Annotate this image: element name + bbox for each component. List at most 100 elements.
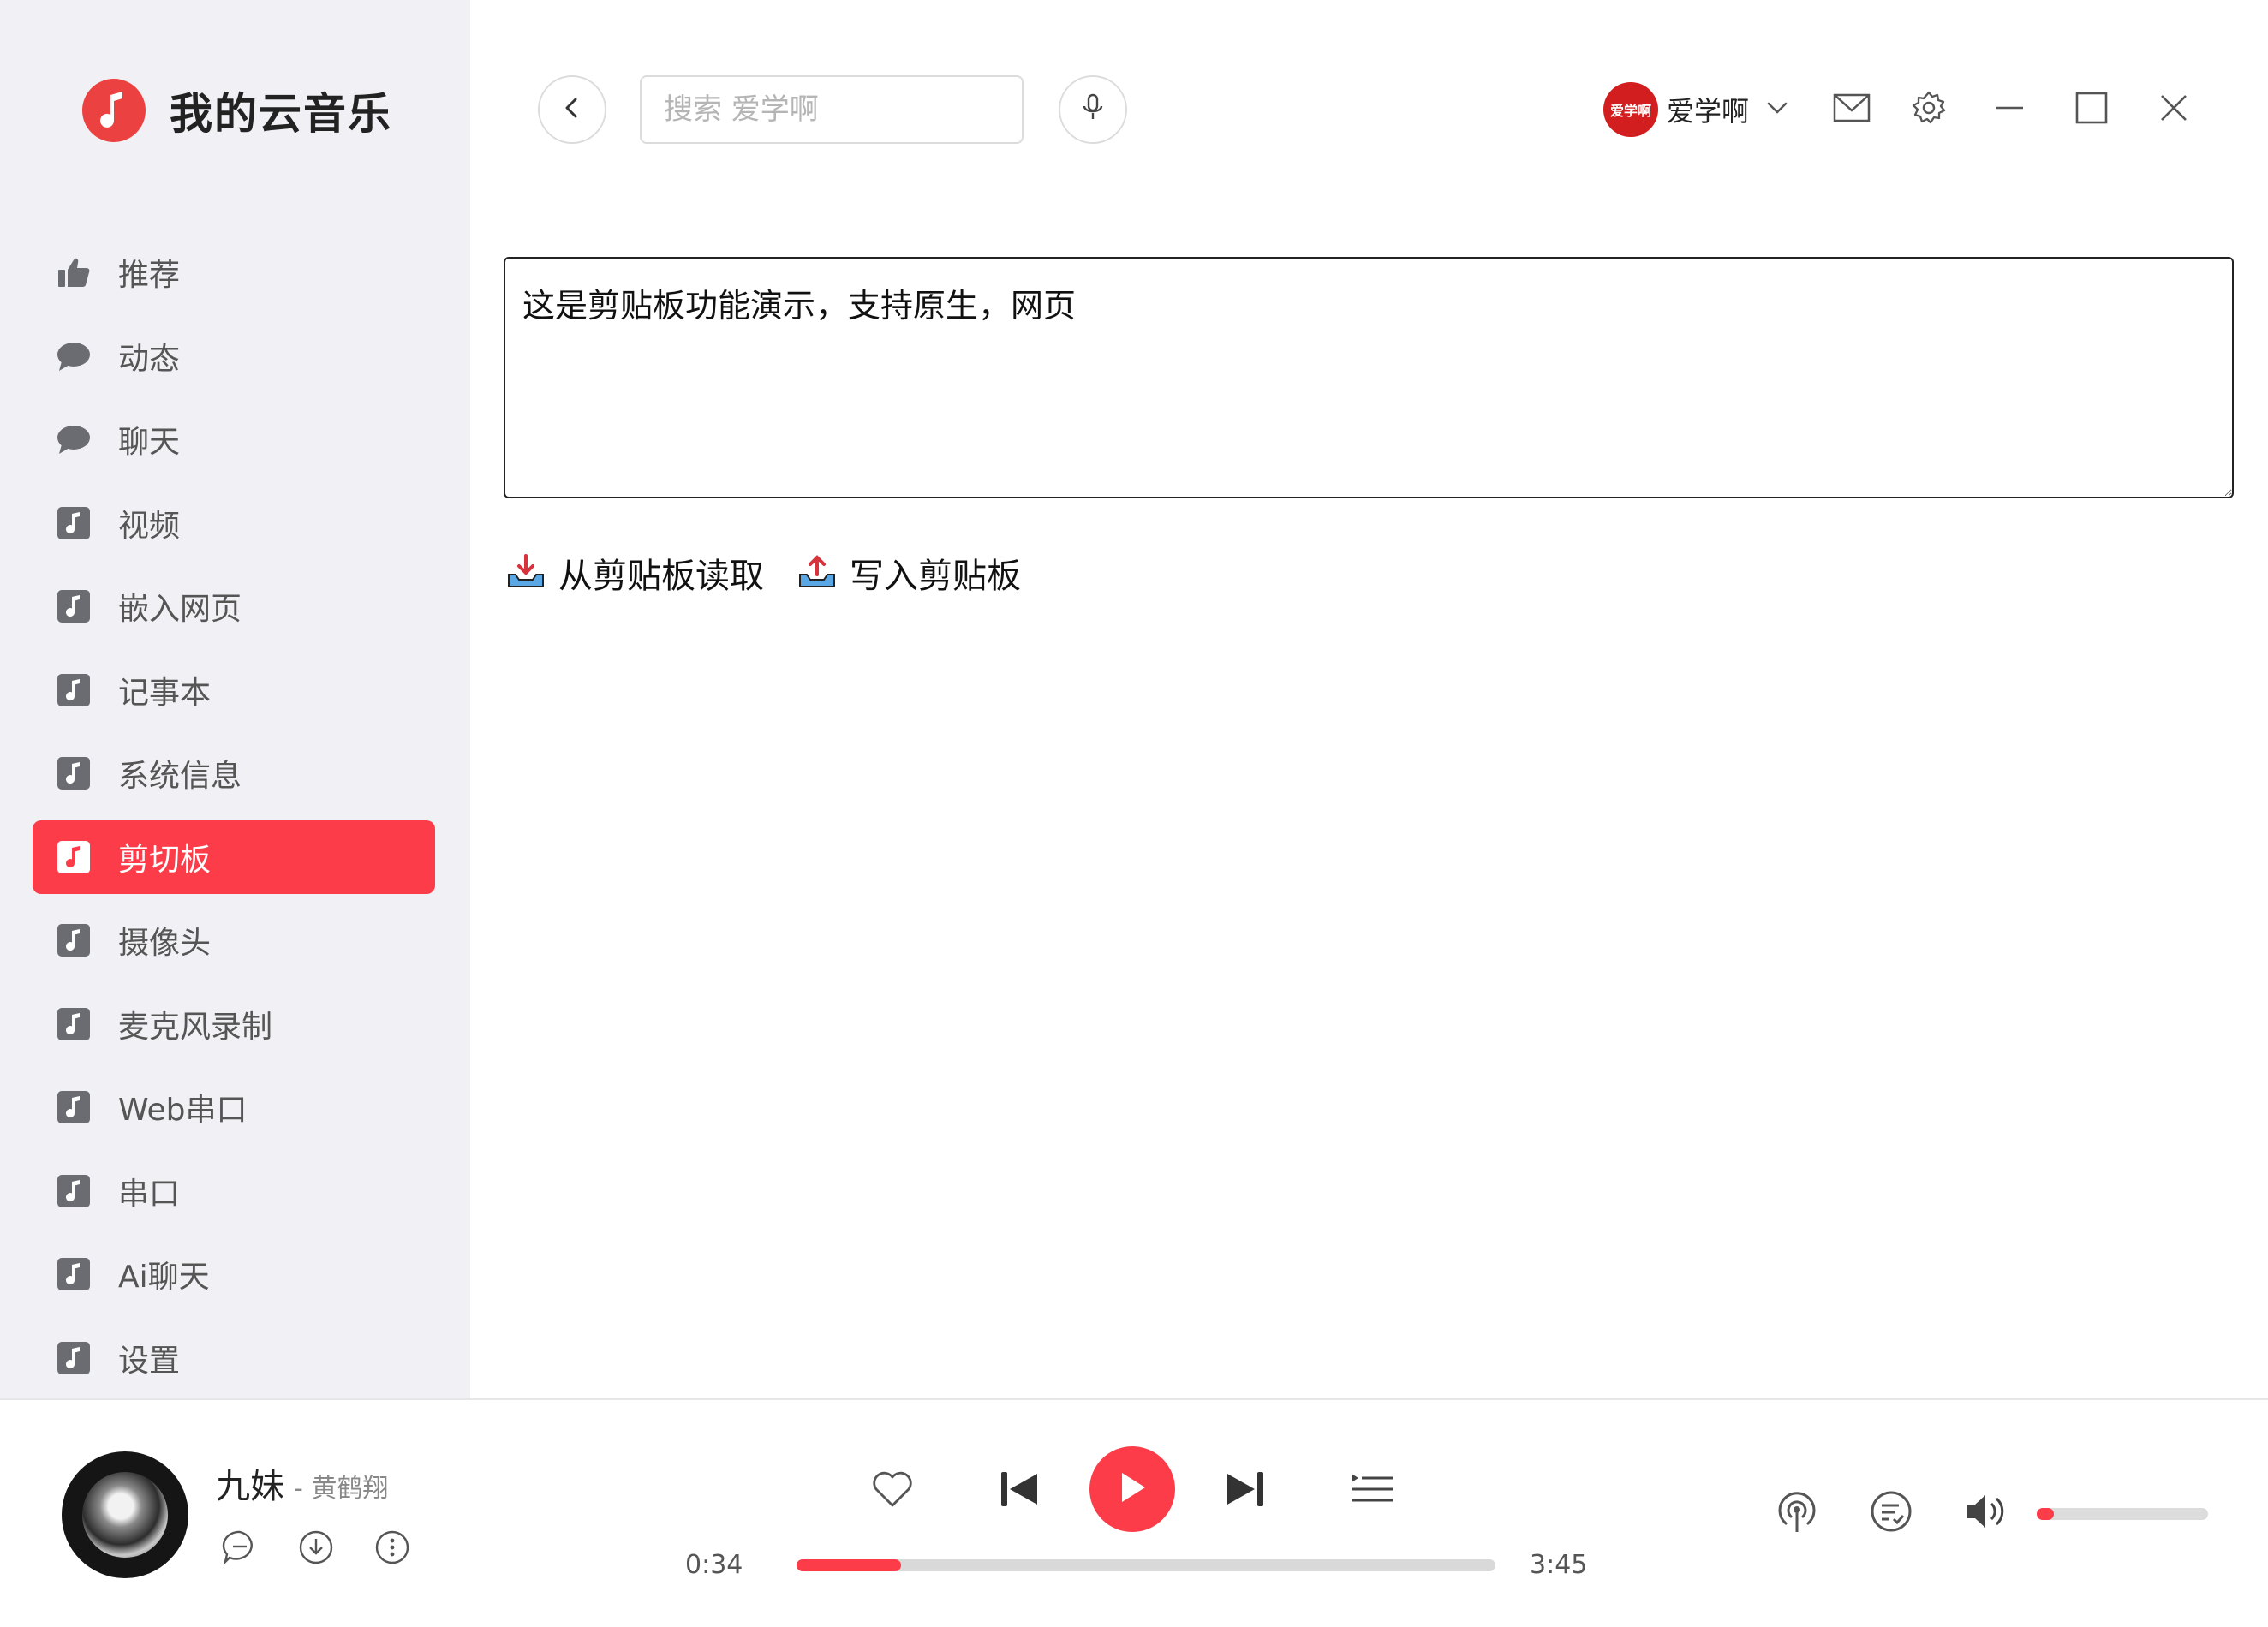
playlist-icon (1350, 1472, 1394, 1510)
maximize-button[interactable] (2071, 89, 2112, 130)
mail-button[interactable] (1831, 89, 1872, 130)
volume-slider[interactable] (2037, 1508, 2208, 1520)
download-icon (298, 1529, 334, 1569)
next-track-button[interactable] (1220, 1465, 1271, 1517)
like-button[interactable] (867, 1465, 918, 1517)
comment-button[interactable] (219, 1529, 260, 1570)
album-art (82, 1472, 168, 1558)
sidebar-nav: 推荐 动态 聊天 视频 嵌入网页 记事本 系统信息 剪切板 摄像头 麦克风录制 … (33, 235, 435, 1404)
sidebar-item-settings[interactable]: 设置 (33, 1321, 435, 1395)
lyrics-icon (1869, 1489, 1913, 1537)
app-window: 我的云音乐 推荐 动态 聊天 视频 嵌入网页 记事本 系统信息 剪切板 摄像头 … (0, 0, 2268, 1627)
sidebar-item-chat[interactable]: 聊天 (33, 402, 435, 476)
skip-next-icon (1226, 1470, 1265, 1511)
maximize-icon (2075, 92, 2108, 128)
sidebar-item-serial[interactable]: 串口 (33, 1154, 435, 1228)
clipboard-actions: 从剪贴板读取 写入剪贴板 (505, 548, 1053, 598)
song-title[interactable]: 九妹 (216, 1458, 284, 1508)
sidebar-item-label: 摄像头 (118, 926, 212, 961)
back-button[interactable] (538, 75, 606, 144)
play-icon (1117, 1470, 1148, 1508)
music-note-icon (57, 1090, 91, 1124)
song-artist[interactable]: - 黄鹤翔 (294, 1467, 388, 1505)
sidebar-item-label: 记事本 (118, 675, 212, 711)
sidebar-item-label: 剪切板 (118, 842, 212, 878)
music-note-icon (57, 1007, 91, 1041)
sidebar-item-system-info[interactable]: 系统信息 (33, 736, 435, 810)
playlist-button[interactable] (1346, 1465, 1398, 1517)
skip-previous-icon (1000, 1470, 1039, 1511)
mail-icon (1833, 93, 1871, 126)
sidebar-item-label: 聊天 (118, 425, 181, 460)
app-logo[interactable]: 我的云音乐 (82, 79, 392, 142)
music-note-icon (57, 1341, 91, 1375)
thumbs-up-icon (57, 255, 91, 289)
progress-fill (797, 1559, 902, 1571)
user-menu[interactable]: 爱学啊 爱学啊 (1603, 82, 1788, 137)
progress-bar[interactable] (797, 1559, 1495, 1571)
close-button[interactable] (2153, 89, 2194, 130)
avatar: 爱学啊 (1603, 82, 1658, 137)
download-button[interactable] (295, 1529, 337, 1570)
broadcast-icon (1774, 1489, 1820, 1537)
music-note-icon (57, 756, 91, 790)
more-options-button[interactable] (372, 1529, 413, 1570)
chevron-left-icon (560, 96, 584, 123)
minimize-button[interactable] (1989, 89, 2030, 130)
sidebar-item-feed[interactable]: 动态 (33, 319, 435, 393)
gear-icon (1911, 90, 1947, 129)
close-icon (2159, 93, 2188, 126)
volume-fill (2037, 1508, 2054, 1520)
more-vertical-icon (374, 1529, 410, 1569)
music-note-icon (57, 840, 91, 874)
volume-icon (1963, 1492, 2008, 1535)
search-input[interactable] (640, 75, 1024, 144)
music-note-icon (57, 923, 91, 957)
sidebar-item-label: 设置 (118, 1343, 181, 1379)
sidebar-item-video[interactable]: 视频 (33, 486, 435, 560)
music-note-icon (57, 1257, 91, 1291)
music-note-icon (57, 589, 91, 623)
chat-bubble-icon (57, 339, 91, 373)
music-note-icon (57, 673, 91, 707)
chevron-down-icon (1766, 100, 1788, 119)
sidebar: 我的云音乐 推荐 动态 聊天 视频 嵌入网页 记事本 系统信息 剪切板 摄像头 … (0, 0, 470, 1398)
sidebar-item-clipboard[interactable]: 剪切板 (33, 819, 435, 894)
album-cover[interactable] (62, 1451, 188, 1578)
read-clipboard-label: 从剪贴板读取 (558, 557, 764, 596)
sidebar-item-label: 动态 (118, 341, 181, 377)
read-clipboard-button[interactable]: 从剪贴板读取 (505, 548, 764, 598)
sidebar-item-label: Ai聊天 (118, 1260, 210, 1295)
settings-button[interactable] (1908, 89, 1949, 130)
sidebar-item-label: 串口 (118, 1176, 181, 1212)
sidebar-item-notepad[interactable]: 记事本 (33, 653, 435, 727)
lyrics-button[interactable] (1865, 1487, 1917, 1539)
total-time: 3:45 (1530, 1550, 1588, 1580)
sidebar-item-label: 视频 (118, 508, 181, 544)
sidebar-item-embed-webpage[interactable]: 嵌入网页 (33, 569, 435, 643)
previous-track-button[interactable] (994, 1465, 1045, 1517)
microphone-icon (1081, 93, 1105, 126)
sidebar-item-label: 推荐 (118, 258, 181, 293)
sidebar-item-web-serial[interactable]: Web串口 (33, 1070, 435, 1144)
sidebar-item-label: 系统信息 (118, 759, 242, 794)
play-button[interactable] (1089, 1446, 1175, 1532)
voice-search-button[interactable] (1059, 75, 1127, 144)
music-note-icon (57, 506, 91, 540)
clipboard-textarea[interactable]: 这是剪贴板功能演示，支持原生，网页 (504, 257, 2234, 498)
sidebar-item-label: 麦克风录制 (118, 1009, 273, 1045)
minimize-icon (1994, 92, 2025, 127)
sidebar-item-ai-chat[interactable]: Ai聊天 (33, 1237, 435, 1311)
sidebar-item-camera[interactable]: 摄像头 (33, 903, 435, 977)
write-clipboard-button[interactable]: 写入剪贴板 (797, 548, 1021, 598)
broadcast-button[interactable] (1771, 1487, 1823, 1539)
player-bar: 九妹 - 黄鹤翔 0:34 3:45 (0, 1398, 2268, 1627)
sidebar-item-recommend[interactable]: 推荐 (33, 235, 435, 309)
app-title: 我的云音乐 (170, 89, 392, 139)
sidebar-item-mic-record[interactable]: 麦克风录制 (33, 987, 435, 1061)
music-note-icon (82, 79, 146, 142)
volume-button[interactable] (1960, 1487, 2011, 1539)
chat-bubble-icon (57, 422, 91, 456)
write-clipboard-label: 写入剪贴板 (850, 557, 1021, 596)
download-tray-icon (505, 552, 546, 593)
